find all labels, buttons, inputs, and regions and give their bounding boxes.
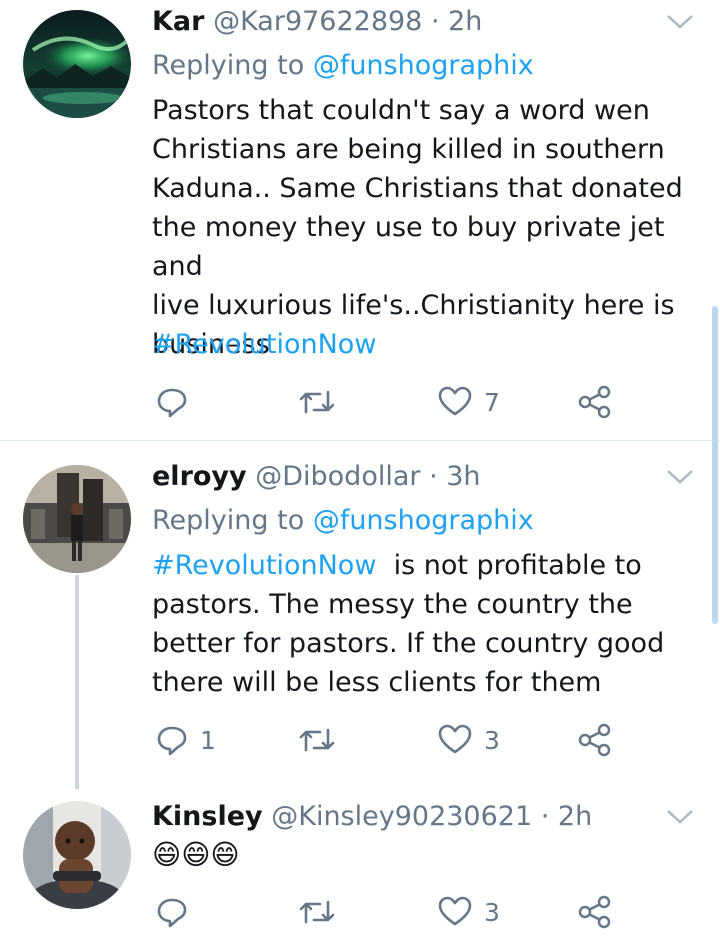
scrollbar[interactable] xyxy=(712,306,718,624)
retweet-button[interactable] xyxy=(298,892,348,932)
heart-icon xyxy=(438,724,472,754)
reply-count: 1 xyxy=(200,725,216,755)
tweet[interactable]: Kinsley @Kinsley90230621 · 2h 😄😄😄 3 xyxy=(0,791,720,936)
reply-button[interactable] xyxy=(156,382,200,422)
user-handle[interactable]: @Dibodollar xyxy=(255,461,420,492)
avatar[interactable] xyxy=(23,10,131,118)
heart-icon xyxy=(438,386,472,416)
mention-link[interactable]: @funshographix xyxy=(313,505,534,536)
share-icon xyxy=(578,385,611,419)
timestamp[interactable]: · 2h xyxy=(541,801,592,832)
replying-to: Replying to @funshographix xyxy=(152,501,534,541)
chevron-down-icon[interactable] xyxy=(666,14,694,34)
share-icon xyxy=(578,723,611,757)
like-button[interactable]: 3 xyxy=(438,892,500,932)
like-count: 3 xyxy=(484,897,500,927)
user-handle[interactable]: @Kar97622898 xyxy=(213,6,422,37)
tweet-text-first-line: #RevolutionNow is not profitable to xyxy=(152,546,712,585)
tweet-actions: 7 xyxy=(0,382,720,422)
tweet-actions: 1 3 xyxy=(0,720,720,760)
reply-button[interactable] xyxy=(156,892,200,932)
timestamp[interactable]: · 3h xyxy=(429,461,480,492)
reply-icon xyxy=(157,726,187,756)
share-icon xyxy=(578,895,611,929)
tweet[interactable]: elroyy @Dibodollar · 3h Replying to @fun… xyxy=(0,441,720,791)
tweet-header: elroyy @Dibodollar · 3h xyxy=(152,457,481,497)
like-button[interactable]: 3 xyxy=(438,720,500,760)
user-handle[interactable]: @Kinsley90230621 xyxy=(271,801,532,832)
display-name[interactable]: Kar xyxy=(152,6,204,37)
like-button[interactable]: 7 xyxy=(438,382,500,422)
avatar[interactable] xyxy=(23,465,131,573)
tweet-text-inline: is not profitable to xyxy=(376,550,642,581)
tweet-actions: 3 xyxy=(0,892,720,932)
share-button[interactable] xyxy=(578,720,612,760)
retweet-icon xyxy=(299,728,335,752)
retweet-button[interactable] xyxy=(298,720,348,760)
mention-link[interactable]: @funshographix xyxy=(313,50,534,81)
timestamp[interactable]: · 2h xyxy=(431,6,482,37)
display-name[interactable]: Kinsley xyxy=(152,801,263,832)
share-button[interactable] xyxy=(578,382,612,422)
tweet-header: Kinsley @Kinsley90230621 · 2h xyxy=(152,797,592,837)
chevron-down-icon[interactable] xyxy=(666,469,694,489)
retweet-icon xyxy=(299,390,335,414)
tweet-text: Pastors that couldn't say a word wen Chr… xyxy=(152,95,683,360)
replying-to: Replying to @funshographix xyxy=(152,46,534,86)
tweet-text: pastors. The messy the country the bette… xyxy=(152,589,665,698)
tweet[interactable]: Kar @Kar97622898 · 2h Replying to @funsh… xyxy=(0,0,720,440)
tweet-text: 😄😄😄 xyxy=(152,838,240,871)
reply-icon xyxy=(157,898,187,928)
retweet-button[interactable] xyxy=(298,382,348,422)
like-count: 7 xyxy=(484,387,500,417)
hashtag-link[interactable]: #RevolutionNow xyxy=(152,325,712,364)
retweet-icon xyxy=(299,900,335,924)
tweet-header: Kar @Kar97622898 · 2h xyxy=(152,2,482,42)
replying-label: Replying to xyxy=(152,50,305,81)
heart-icon xyxy=(438,896,472,926)
hashtag-link[interactable]: #RevolutionNow xyxy=(152,550,376,581)
share-button[interactable] xyxy=(578,892,612,932)
reply-button[interactable]: 1 xyxy=(156,720,216,760)
reply-icon xyxy=(157,388,187,418)
like-count: 3 xyxy=(484,725,500,755)
display-name[interactable]: elroyy xyxy=(152,461,247,492)
replying-label: Replying to xyxy=(152,505,305,536)
chevron-down-icon[interactable] xyxy=(666,809,694,829)
